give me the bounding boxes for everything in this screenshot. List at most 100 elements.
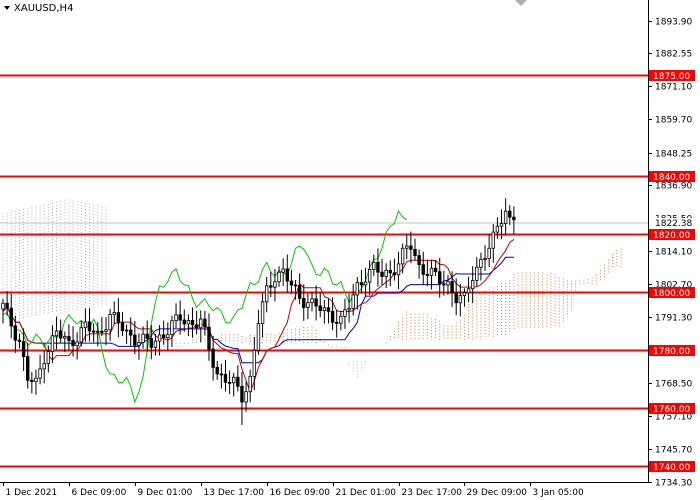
candle-body <box>161 334 166 339</box>
candle-body <box>248 375 252 393</box>
candle-body <box>458 295 463 304</box>
candle-body <box>1 302 5 310</box>
candle-body <box>355 282 360 296</box>
candle-body <box>351 294 355 309</box>
candle-body <box>116 312 121 324</box>
time-axis[interactable]: 1 Dec 2021 6 Dec 09:00 9 Dec 01:00 13 Dec 1… <box>3 482 585 498</box>
candle-body <box>252 349 257 377</box>
price-tick-label: 1893.90 <box>655 18 692 28</box>
candle-body <box>30 379 34 382</box>
candle-body <box>347 307 351 311</box>
price-tick-label: 1859.70 <box>655 116 692 126</box>
candle-body <box>58 330 63 339</box>
candle-body <box>34 377 38 382</box>
price-chart[interactable]: 1893.90 1882.55 1871.10 1859.70 1848.25 1836.… <box>0 0 700 500</box>
time-tick-label: 13 Dec 17:00 <box>204 488 265 498</box>
candle-body <box>190 320 195 326</box>
candle-body <box>215 366 219 375</box>
candle-body <box>499 223 504 227</box>
candle-body <box>339 315 343 324</box>
candle-body <box>264 285 269 303</box>
candle-body <box>71 340 75 347</box>
candle-body <box>5 302 9 309</box>
candle-body <box>219 373 224 376</box>
candle-body <box>273 281 277 288</box>
level-label: 1760.00 <box>653 405 690 415</box>
candle-body <box>223 373 228 383</box>
level-label: 1820.00 <box>653 231 690 241</box>
candle-body <box>211 348 215 368</box>
candle-body <box>100 330 104 333</box>
candle-body <box>153 340 158 348</box>
candle-body <box>96 330 100 333</box>
candle-body <box>67 336 71 341</box>
candle-body <box>50 335 55 352</box>
horizontal-levels <box>0 74 648 468</box>
candle-body <box>367 268 372 283</box>
candle-body <box>79 327 83 343</box>
candle-body <box>91 330 96 333</box>
candle-body <box>83 321 88 329</box>
candle-body <box>384 269 388 277</box>
candle-body <box>392 272 397 276</box>
candle-body <box>63 336 67 339</box>
candle-body <box>326 307 331 312</box>
candle-body <box>462 292 467 297</box>
symbol-title: XAUUSD,H4 <box>14 3 73 14</box>
candle-body <box>425 273 430 276</box>
candle-body <box>508 210 512 218</box>
time-tick-label: 16 Dec 09:00 <box>270 488 331 498</box>
candle-body <box>170 320 174 336</box>
candle-body <box>335 321 339 324</box>
candle-body <box>380 271 384 277</box>
symbol-header[interactable]: XAUUSD,H4 <box>4 3 73 14</box>
candle-body <box>232 376 236 384</box>
level-label: 1875.00 <box>653 72 690 82</box>
candle-body <box>495 225 500 233</box>
price-tick-label: 1836.90 <box>655 182 692 192</box>
candle-body <box>363 281 368 286</box>
candle-body <box>174 314 178 322</box>
candle-body <box>13 325 18 341</box>
candle-body <box>124 329 129 332</box>
level-labels: 1875.00 1840.00 1820.00 1800.00 1780.00 1760.… <box>649 70 695 473</box>
candle-body <box>240 385 244 403</box>
candlesticks <box>1 198 516 426</box>
candle-body <box>54 330 59 337</box>
candle-body <box>388 269 392 274</box>
candle-body <box>17 339 22 342</box>
candle-body <box>182 319 186 325</box>
candle-body <box>207 326 211 350</box>
price-axis[interactable]: 1893.90 1882.55 1871.10 1859.70 1848.25 1836.… <box>648 18 692 489</box>
candle-body <box>409 245 413 250</box>
candle-body <box>157 334 162 342</box>
candle-body <box>75 341 79 347</box>
collapse-triangle-icon[interactable] <box>4 6 10 10</box>
current-price-marker: 1822.38 <box>649 218 695 229</box>
candle-body <box>269 285 273 288</box>
candle-body <box>141 333 145 343</box>
candle-body <box>306 302 310 308</box>
price-tick-label: 1848.25 <box>655 150 692 160</box>
candle-body <box>42 363 46 370</box>
price-tick-label: 1791.30 <box>655 314 692 324</box>
chart-shift-icon[interactable] <box>515 0 527 6</box>
current-price-label: 1822.38 <box>655 219 692 229</box>
candle-body <box>178 314 182 321</box>
candle-body <box>120 322 125 331</box>
level-label: 1840.00 <box>653 173 690 183</box>
candle-body <box>293 284 298 287</box>
candle-body <box>166 334 170 339</box>
candle-body <box>108 314 112 331</box>
candle-body <box>372 261 376 270</box>
price-tick-label: 1814.10 <box>655 248 692 258</box>
candle-body <box>470 280 475 290</box>
candle-body <box>145 333 149 339</box>
candle-body <box>429 267 434 276</box>
candle-body <box>466 288 471 294</box>
candle-body <box>129 329 133 336</box>
candle-body <box>46 351 51 364</box>
candle-body <box>446 281 450 286</box>
candle-body <box>302 298 306 308</box>
candle-body <box>87 321 92 332</box>
